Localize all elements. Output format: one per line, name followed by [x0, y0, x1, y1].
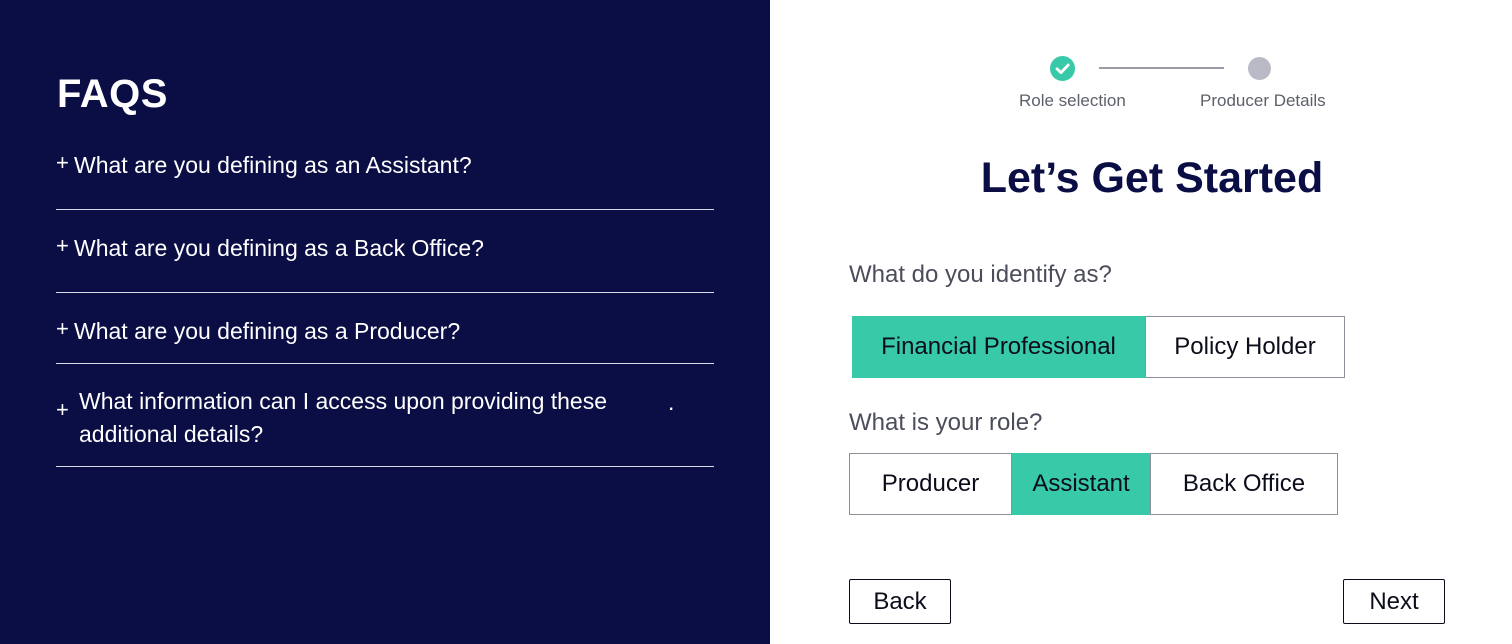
page-title: Let’s Get Started [980, 154, 1324, 202]
financial-professional-option[interactable]: Financial Professional [852, 316, 1145, 378]
role-prompt: What is your role? [849, 409, 1043, 436]
expand-plus-icon[interactable]: + [56, 233, 69, 259]
faq-question[interactable]: What are you defining as a Back Office? [74, 232, 484, 265]
back-button[interactable]: Back [849, 579, 951, 624]
faq-question[interactable]: What are you defining as an Assistant? [74, 149, 472, 182]
faq-item-back-office[interactable]: + What are you defining as a Back Office… [56, 231, 714, 293]
faq-question[interactable]: What information can I access upon provi… [79, 385, 659, 451]
producer-option[interactable]: Producer [849, 453, 1012, 515]
step-label-producer-details: Producer Details [1200, 91, 1326, 110]
back-office-option[interactable]: Back Office [1150, 453, 1338, 515]
step-pending-indicator [1248, 57, 1271, 80]
check-icon [1055, 63, 1070, 74]
faq-item-assistant[interactable]: + What are you defining as an Assistant? [56, 148, 714, 210]
policy-holder-option[interactable]: Policy Holder [1145, 316, 1345, 378]
onboarding-panel: Role selection Producer Details Let’s Ge… [770, 0, 1512, 644]
next-button[interactable]: Next [1343, 579, 1445, 624]
assistant-option[interactable]: Assistant [1012, 453, 1150, 515]
identify-prompt: What do you identify as? [849, 261, 1112, 288]
step-label-role-selection: Role selection [1019, 91, 1126, 110]
faq-trailing-mark: . [668, 389, 675, 415]
faq-title: FAQS [57, 72, 168, 116]
faq-question[interactable]: What are you defining as a Producer? [74, 315, 460, 348]
expand-plus-icon[interactable]: + [56, 397, 69, 423]
faq-item-producer[interactable]: + What are you defining as a Producer? [56, 314, 714, 364]
step-complete-indicator [1050, 56, 1075, 81]
faq-item-information-access[interactable]: + What information can I access upon pro… [56, 384, 714, 467]
stepper-connector [1099, 67, 1224, 69]
expand-plus-icon[interactable]: + [56, 316, 69, 342]
expand-plus-icon[interactable]: + [56, 150, 69, 176]
faq-panel: FAQS + What are you defining as an Assis… [0, 0, 770, 644]
